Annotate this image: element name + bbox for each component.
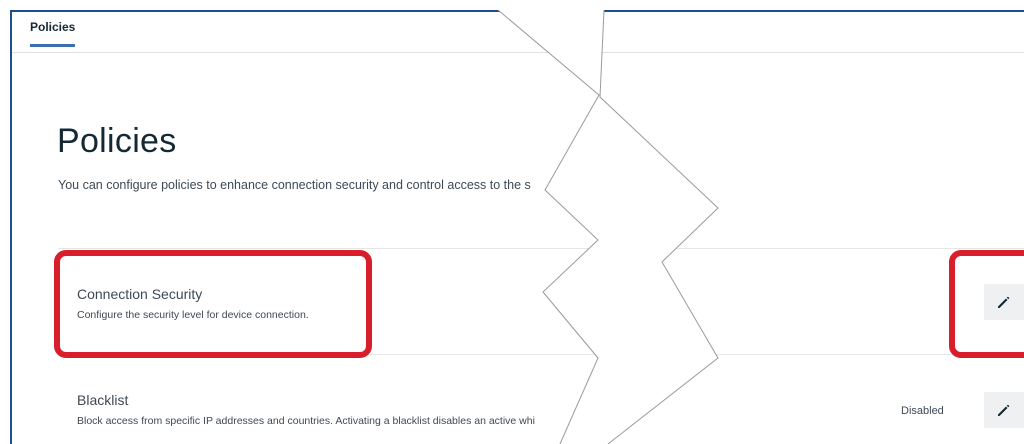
divider: [58, 354, 1024, 355]
policy-description: Block access from specific IP addresses …: [77, 415, 535, 427]
tab-bar: Policies: [12, 12, 1024, 53]
edit-connection-security-button[interactable]: [984, 284, 1024, 320]
tab-policies[interactable]: Policies: [30, 20, 76, 47]
page-title: Policies: [57, 122, 177, 160]
pencil-icon: [998, 404, 1010, 416]
highlight-box-connection-security: [54, 250, 372, 358]
policies-page: Policies Policies You can configure poli…: [10, 10, 1024, 444]
pencil-icon: [998, 296, 1010, 308]
policy-description: Configure the security level for device …: [77, 309, 309, 321]
edit-blacklist-button[interactable]: [984, 392, 1024, 428]
policy-title: Blacklist: [77, 392, 129, 408]
divider: [58, 248, 1024, 249]
policy-title: Connection Security: [77, 286, 203, 302]
page-description: You can configure policies to enhance co…: [58, 178, 531, 192]
status-text: Disabled: [901, 405, 944, 417]
